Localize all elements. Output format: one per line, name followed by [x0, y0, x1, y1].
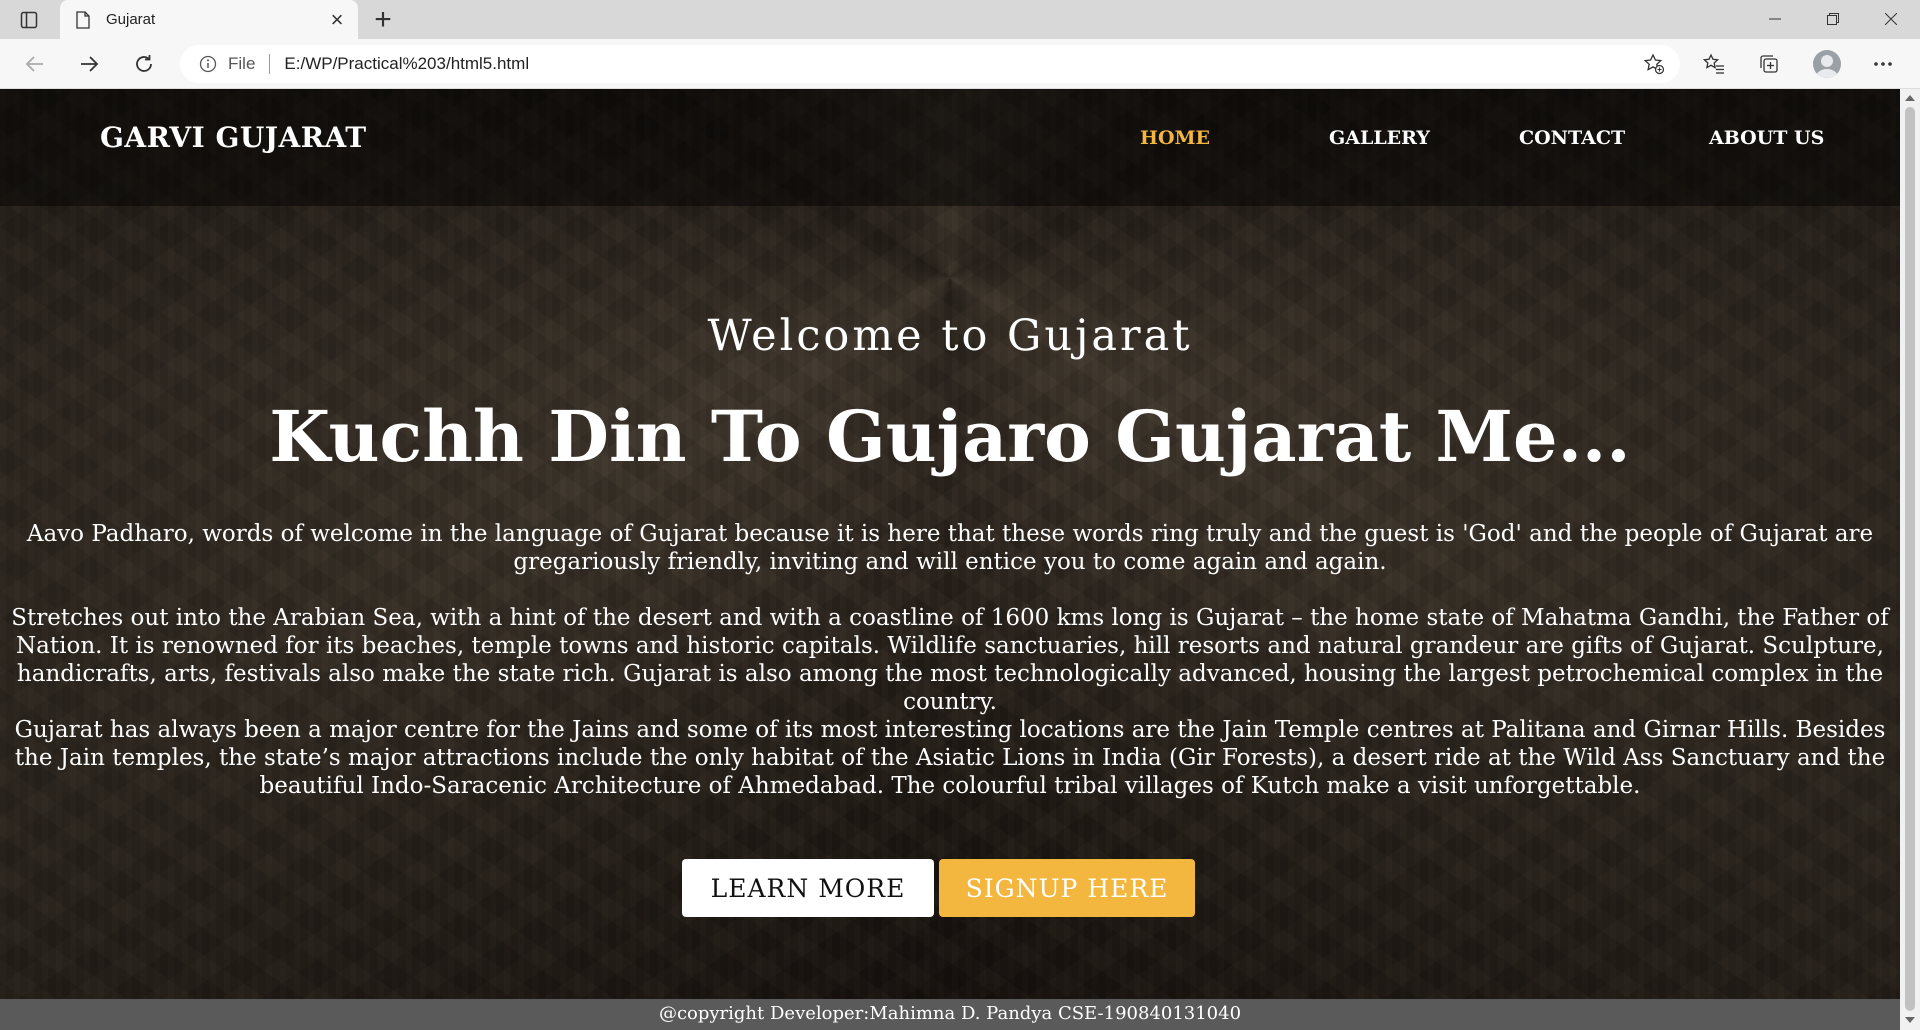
tab-actions-icon[interactable]	[16, 7, 42, 33]
learn-more-button[interactable]: LEARN MORE	[682, 859, 934, 917]
hero-paragraph-2: Stretches out into the Arabian Sea, with…	[11, 605, 1889, 715]
profile-avatar[interactable]	[1810, 47, 1844, 81]
hero-subtitle: Welcome to Gujarat	[707, 311, 1193, 361]
restore-icon[interactable]	[1810, 4, 1856, 34]
scroll-down-icon[interactable]	[1904, 1015, 1916, 1025]
favorites-icon[interactable]	[1697, 47, 1731, 81]
info-icon[interactable]	[198, 54, 218, 74]
signup-button[interactable]: SIGNUP HERE	[939, 859, 1195, 917]
back-icon[interactable]	[18, 47, 52, 81]
close-tab-icon[interactable]: ×	[324, 7, 350, 33]
browser-tab[interactable]: Gujarat ×	[60, 0, 358, 39]
page-footer: @copyright Developer:Mahimna D. Pandya C…	[0, 999, 1900, 1030]
url-text[interactable]: E:/WP/Practical%203/html5.html	[284, 54, 1636, 74]
vertical-scrollbar[interactable]	[1900, 89, 1920, 1030]
add-favorite-icon[interactable]	[1636, 46, 1672, 82]
browser-tab-bar: Gujarat × +	[0, 0, 1920, 39]
refresh-icon[interactable]	[127, 47, 161, 81]
scrollbar-thumb[interactable]	[1905, 107, 1915, 1011]
page-icon	[74, 10, 92, 30]
scroll-up-icon[interactable]	[1904, 93, 1916, 103]
footer-copyright: @copyright Developer:Mahimna D. Pandya C…	[658, 1003, 1242, 1024]
hero-paragraph-1: Aavo Padharo, words of welcome in the la…	[26, 521, 1874, 575]
hero-paragraph-3: Gujarat has always been a major centre f…	[14, 717, 1886, 799]
browser-toolbar: File E:/WP/Practical%203/html5.html	[0, 39, 1920, 89]
forward-icon[interactable]	[72, 47, 106, 81]
new-tab-icon[interactable]: +	[368, 5, 398, 35]
collections-icon[interactable]	[1752, 47, 1786, 81]
address-bar[interactable]: File E:/WP/Practical%203/html5.html	[180, 45, 1680, 83]
url-scheme: File	[228, 54, 256, 73]
hero-section: Welcome to Gujarat Kuchh Din To Gujaro G…	[0, 89, 1900, 1030]
url-separator	[269, 54, 271, 74]
hero-title: Kuchh Din To Gujaro Gujarat Me...	[269, 395, 1631, 478]
close-window-icon[interactable]	[1868, 4, 1914, 34]
minimize-icon[interactable]	[1752, 4, 1798, 34]
tab-title: Gujarat	[106, 11, 156, 28]
more-options-icon[interactable]	[1866, 47, 1900, 81]
page-viewport: GARVI GUJARAT HOME GALLERY CONTACT ABOUT…	[0, 89, 1900, 1030]
